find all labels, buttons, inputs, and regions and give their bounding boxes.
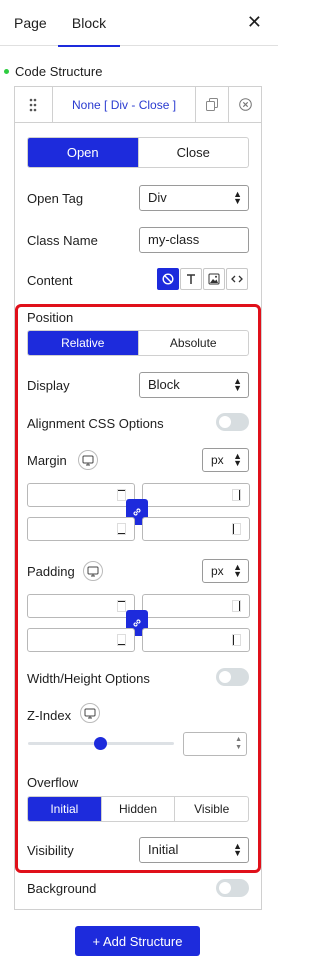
padding-left-input[interactable] — [142, 628, 250, 652]
open-tag-value: Div — [148, 190, 167, 205]
sidebar-tabs: Page Block ✕ — [0, 0, 278, 47]
padding-right-input[interactable] — [142, 594, 250, 618]
monitor-icon[interactable] — [78, 450, 98, 470]
width-height-toggle[interactable] — [216, 668, 249, 686]
padding-top-input[interactable] — [27, 594, 135, 618]
padding-label: Padding — [27, 564, 75, 579]
class-name-input[interactable]: my-class — [139, 227, 249, 253]
alignment-toggle[interactable] — [216, 413, 249, 431]
structure-item-row[interactable]: None [ Div - Close ] — [14, 86, 262, 123]
left-side-icon — [232, 523, 241, 535]
open-tag-label: Open Tag — [27, 191, 84, 206]
class-name-label: Class Name — [27, 233, 98, 248]
z-index-label: Z-Index — [27, 708, 72, 723]
margin-unit-select[interactable]: px ▲ ▼ — [202, 448, 249, 472]
image-icon[interactable] — [203, 268, 225, 290]
text-icon[interactable] — [180, 268, 202, 290]
tab-page[interactable]: Page — [14, 0, 47, 46]
overflow-visible-button[interactable]: Visible — [174, 797, 248, 821]
remove-icon[interactable] — [229, 87, 262, 122]
visibility-label: Visibility — [27, 843, 74, 858]
close-icon[interactable]: ✕ — [247, 12, 262, 32]
position-switch: Relative Absolute — [27, 330, 249, 356]
close-mode-button[interactable]: Close — [137, 138, 249, 167]
overflow-hidden-button[interactable]: Hidden — [100, 797, 175, 821]
z-index-number-input[interactable]: ▲ ▼ — [183, 732, 247, 756]
overflow-switch: Initial Hidden Visible — [27, 796, 249, 822]
code-structure-heading: Code Structure — [4, 64, 102, 79]
top-side-icon — [117, 489, 126, 501]
position-label: Position — [27, 310, 74, 325]
open-mode-button[interactable]: Open — [28, 138, 138, 167]
tab-block[interactable]: Block — [58, 0, 120, 47]
margin-right-input[interactable] — [142, 483, 250, 507]
right-side-icon — [232, 489, 241, 501]
spinner-icon[interactable]: ▲ ▼ — [235, 736, 242, 752]
add-structure-button[interactable]: + Add Structure — [75, 926, 200, 956]
margin-left-input[interactable] — [142, 517, 250, 541]
right-side-icon — [232, 600, 241, 612]
display-value: Block — [148, 377, 180, 392]
padding-unit-value: px — [211, 564, 224, 578]
background-toggle[interactable] — [216, 879, 249, 897]
padding-bottom-input[interactable] — [27, 628, 135, 652]
drag-handle-icon[interactable] — [15, 87, 53, 122]
select-caret-icon: ▲ ▼ — [233, 562, 242, 579]
left-side-icon — [232, 634, 241, 646]
margin-label: Margin — [27, 453, 67, 468]
alignment-label: Alignment CSS Options — [27, 416, 164, 431]
select-caret-icon: ▲ ▼ — [233, 189, 242, 206]
bottom-side-icon — [117, 523, 126, 535]
select-caret-icon: ▲ ▼ — [233, 841, 242, 858]
display-label: Display — [27, 378, 70, 393]
none-icon[interactable] — [157, 268, 179, 290]
code-structure-title: Code Structure — [15, 64, 103, 79]
position-relative-button[interactable]: Relative — [28, 331, 138, 355]
z-index-slider-handle[interactable] — [93, 737, 107, 750]
overflow-initial-button[interactable]: Initial — [28, 797, 101, 821]
padding-unit-select[interactable]: px ▲ ▼ — [202, 559, 249, 583]
width-height-label: Width/Height Options — [27, 671, 150, 686]
select-caret-icon: ▲ ▼ — [233, 451, 242, 468]
visibility-select[interactable]: Initial ▲ ▼ — [139, 837, 249, 863]
margin-bottom-input[interactable] — [27, 517, 135, 541]
position-absolute-button[interactable]: Absolute — [137, 331, 249, 355]
content-label: Content — [27, 273, 73, 288]
tag-mode-switch: Open Close — [27, 137, 249, 168]
bullet-dot — [4, 69, 9, 74]
margin-unit-value: px — [211, 453, 224, 467]
open-tag-select[interactable]: Div ▲ ▼ — [139, 185, 249, 211]
duplicate-icon[interactable] — [196, 87, 230, 122]
select-caret-icon: ▲ ▼ — [233, 376, 242, 393]
display-select[interactable]: Block ▲ ▼ — [139, 372, 249, 398]
monitor-icon[interactable] — [83, 561, 103, 581]
bottom-side-icon — [117, 634, 126, 646]
top-side-icon — [117, 600, 126, 612]
overflow-label: Overflow — [27, 775, 79, 790]
visibility-value: Initial — [148, 842, 179, 857]
margin-top-input[interactable] — [27, 483, 135, 507]
monitor-icon[interactable] — [80, 703, 100, 723]
background-label: Background — [27, 881, 97, 896]
structure-item-label[interactable]: None [ Div - Close ] — [53, 87, 197, 122]
code-icon[interactable] — [226, 268, 248, 290]
